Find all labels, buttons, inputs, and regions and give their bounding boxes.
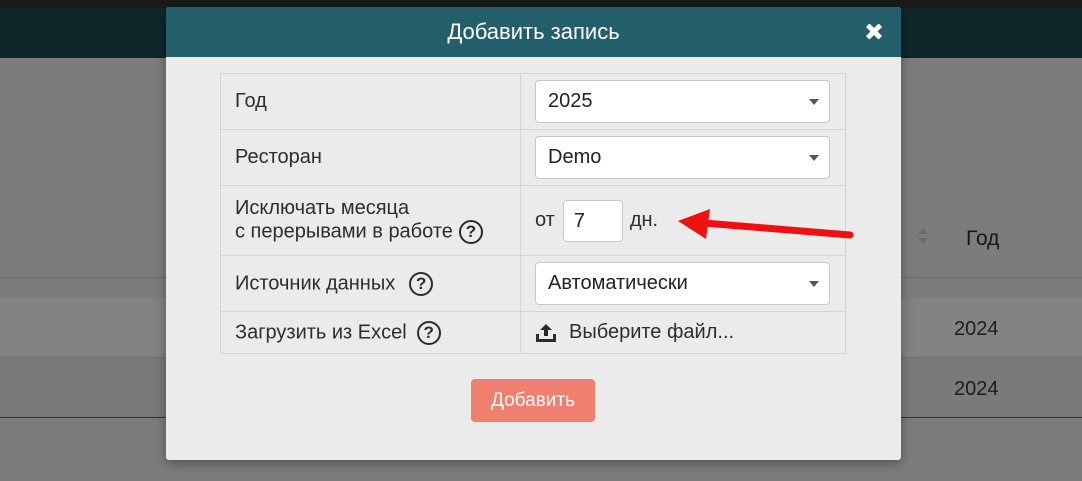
restaurant-label: Ресторан — [220, 129, 521, 186]
table-cell-year: 2024 — [954, 378, 999, 400]
table-cell-year: 2024 — [954, 318, 999, 340]
sort-icon — [918, 228, 928, 246]
data-source-label: Источник данных? — [220, 255, 521, 312]
help-icon[interactable]: ? — [409, 271, 434, 296]
data-source-select[interactable]: Автоматически — [535, 262, 830, 305]
chevron-down-icon — [809, 155, 819, 161]
close-icon[interactable] — [861, 19, 887, 45]
annotation-arrow-icon — [678, 209, 854, 239]
dialog-header: Добавить запись — [166, 7, 901, 57]
excel-upload-label: Загрузить из Excel? — [220, 311, 521, 354]
excel-upload-label-text: Загрузить из Excel — [235, 320, 407, 343]
exclude-days-input[interactable]: 7 — [562, 199, 623, 242]
year-select[interactable]: 2025 — [535, 80, 830, 123]
help-icon[interactable]: ? — [416, 320, 441, 345]
column-header-year: Год — [966, 227, 1000, 250]
data-source-label-text: Источник данных — [235, 271, 396, 294]
exclude-months-label: Исключать месяца с перерывами в работе? — [220, 185, 521, 256]
upload-icon — [536, 323, 556, 342]
help-icon[interactable]: ? — [458, 220, 483, 244]
dialog-title: Добавить запись — [447, 19, 620, 44]
exclude-months-label-line2: с перерывами в работе — [235, 220, 453, 243]
restaurant-select[interactable]: Demo — [535, 136, 830, 179]
days-suffix: дн. — [629, 209, 659, 231]
data-source-select-value: Автоматически — [548, 272, 688, 294]
chevron-down-icon — [809, 281, 819, 287]
year-select-value: 2025 — [548, 90, 593, 112]
days-prefix: от — [535, 209, 555, 231]
year-label: Год — [220, 73, 521, 130]
exclude-months-label-line1: Исключать месяца — [235, 197, 410, 219]
add-button[interactable]: Добавить — [471, 379, 595, 422]
chevron-down-icon — [809, 99, 819, 105]
choose-file-label: Выберите файл... — [569, 321, 735, 343]
restaurant-select-value: Demo — [548, 146, 602, 168]
choose-file-button[interactable]: Выберите файл... — [535, 321, 831, 344]
